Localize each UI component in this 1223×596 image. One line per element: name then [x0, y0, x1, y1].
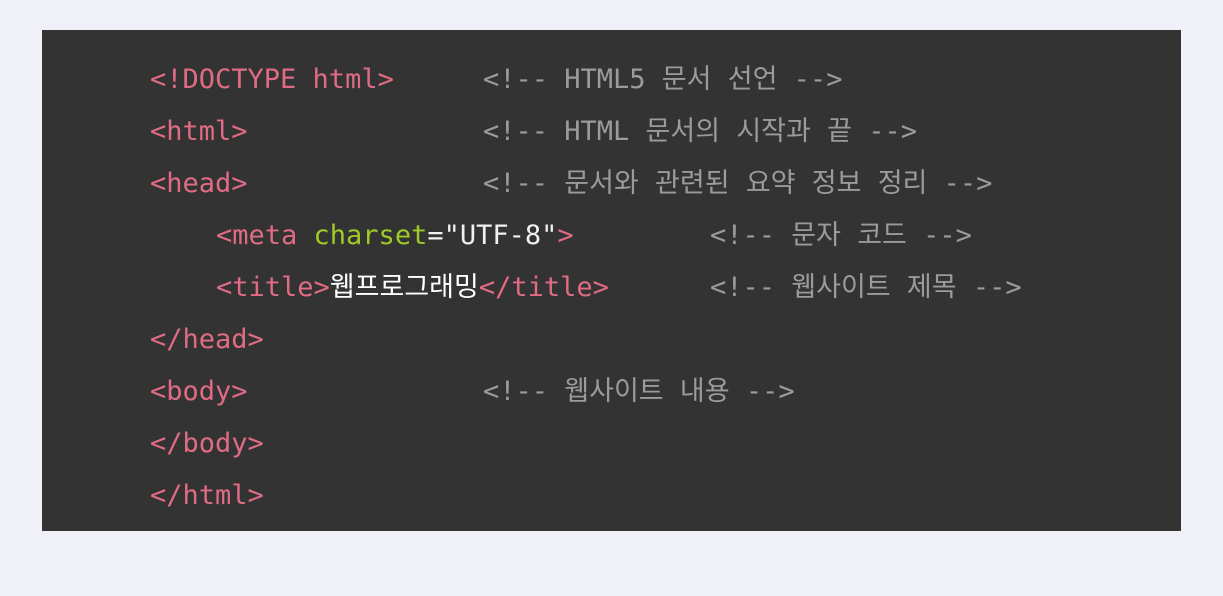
meta-close-bracket: >: [557, 220, 574, 251]
code-line-head-close: </head>: [42, 320, 264, 360]
code-line-html-open: <html> <!-- HTML 문서의 시작과 끝 -->: [42, 112, 917, 152]
comment-doctype: <!-- HTML5 문서 선언 -->: [483, 64, 843, 95]
head-close-tag: </head>: [150, 324, 264, 355]
code-line-body-close: </body>: [42, 424, 264, 464]
body-open-tag: <body>: [150, 376, 248, 407]
comment-meta: <!-- 문자 코드 -->: [710, 220, 972, 251]
html-close-tag: </html>: [150, 480, 264, 511]
title-element: <title>웹프로그래밍</title>: [216, 268, 609, 308]
charset-attribute: charset: [297, 220, 428, 251]
comment-body: <!-- 웹사이트 내용 -->: [483, 376, 795, 407]
code-line-doctype: <!DOCTYPE html> <!-- HTML5 문서 선언 -->: [42, 60, 842, 100]
doctype-declaration: <!DOCTYPE html>: [150, 64, 394, 95]
head-open-tag: <head>: [150, 168, 248, 199]
body-close-tag: </body>: [150, 428, 264, 459]
meta-element: <meta charset="UTF-8">: [216, 216, 574, 256]
comment-title: <!-- 웹사이트 제목 -->: [710, 272, 1022, 303]
meta-open-tag: <meta: [216, 220, 298, 251]
code-block: <!DOCTYPE html> <!-- HTML5 문서 선언 --> <ht…: [42, 30, 1181, 531]
equals-sign: =: [427, 220, 444, 251]
title-close-tag: </title>: [478, 272, 609, 303]
title-open-tag: <title>: [216, 272, 330, 303]
charset-value: "UTF-8": [443, 220, 558, 251]
code-line-meta: <meta charset="UTF-8"> <!-- 문자 코드 -->: [42, 216, 972, 256]
code-line-head-open: <head> <!-- 문서와 관련된 요약 정보 정리 -->: [42, 164, 992, 204]
title-text: 웹프로그래밍: [329, 272, 479, 303]
comment-html: <!-- HTML 문서의 시작과 끝 -->: [483, 116, 917, 147]
comment-head: <!-- 문서와 관련된 요약 정보 정리 -->: [483, 168, 993, 199]
code-line-body-open: <body> <!-- 웹사이트 내용 -->: [42, 372, 795, 412]
code-line-html-close: </html>: [42, 476, 264, 516]
code-line-title: <title>웹프로그래밍</title> <!-- 웹사이트 제목 -->: [42, 268, 1022, 308]
html-open-tag: <html>: [150, 116, 248, 147]
